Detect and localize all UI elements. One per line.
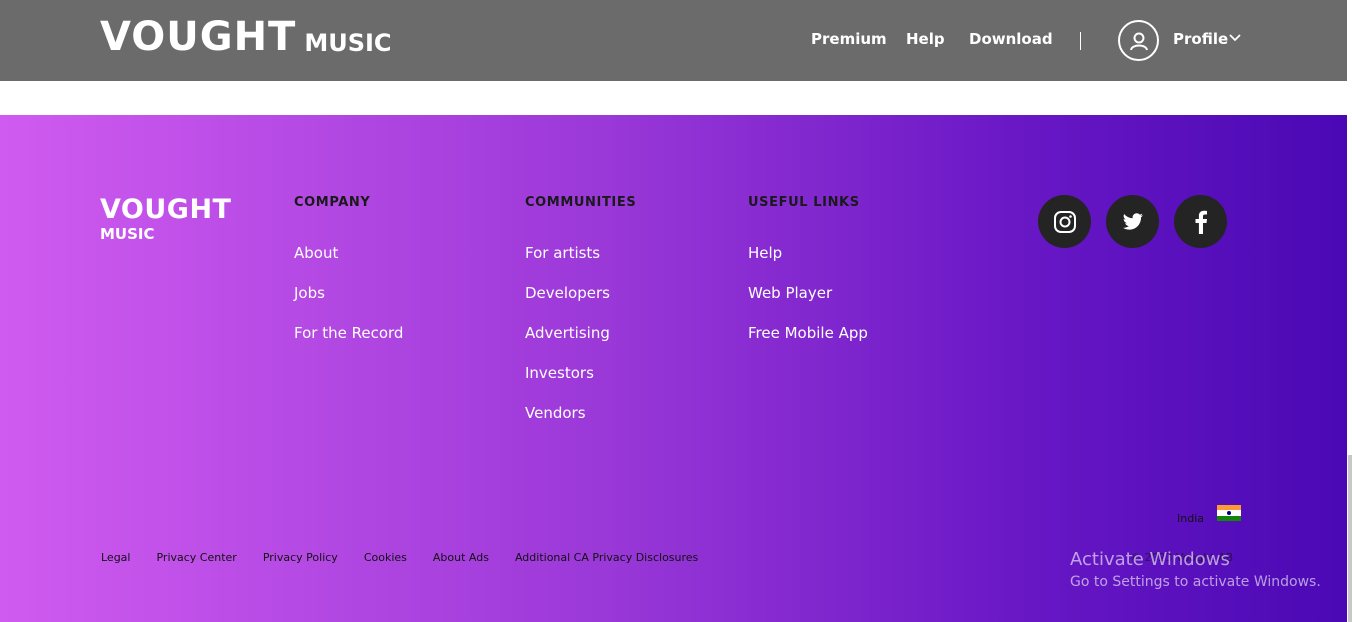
profile-avatar-icon[interactable] — [1118, 20, 1159, 61]
footer-link-about[interactable]: About — [294, 244, 403, 284]
top-header: VOUGHT MUSIC Premium Help Download Profi… — [0, 0, 1347, 81]
footer-column-company: COMPANY About Jobs For the Record — [294, 195, 403, 364]
footer-link-for-the-record[interactable]: For the Record — [294, 324, 403, 364]
instagram-icon — [1053, 210, 1076, 233]
footer-link-vendors[interactable]: Vendors — [525, 404, 636, 444]
footer-link-free-mobile-app[interactable]: Free Mobile App — [748, 324, 868, 364]
footer-logo-subtitle: MUSIC — [100, 225, 155, 243]
footer-link-jobs[interactable]: Jobs — [294, 284, 403, 324]
chevron-down-icon[interactable] — [1228, 33, 1242, 43]
footer-logo[interactable]: VOUGHT MUSIC — [100, 194, 232, 244]
twitter-button[interactable] — [1106, 195, 1159, 248]
footer-link-investors[interactable]: Investors — [525, 364, 636, 404]
country-selector[interactable]: India — [1177, 512, 1204, 525]
nav-premium-link[interactable]: Premium — [811, 30, 887, 48]
ca-privacy-disclosures-link[interactable]: Additional CA Privacy Disclosures — [515, 551, 698, 564]
nav-divider — [1080, 32, 1081, 50]
nav-help-link[interactable]: Help — [906, 30, 945, 48]
footer-link-for-artists[interactable]: For artists — [525, 244, 636, 284]
legal-links: Legal Privacy Center Privacy Policy Cook… — [101, 551, 724, 564]
twitter-icon — [1122, 212, 1143, 230]
activate-windows-watermark: Activate Windows Go to Settings to activ… — [1070, 549, 1321, 593]
footer-link-web-player[interactable]: Web Player — [748, 284, 868, 324]
footer-link-help[interactable]: Help — [748, 244, 868, 284]
logo-wordmark: VOUGHT — [100, 14, 297, 60]
brand-logo[interactable]: VOUGHT MUSIC — [100, 17, 392, 57]
footer-column-useful-links: USEFUL LINKS Help Web Player Free Mobile… — [748, 195, 868, 364]
footer-link-advertising[interactable]: Advertising — [525, 324, 636, 364]
facebook-icon — [1195, 210, 1207, 234]
column-title: USEFUL LINKS — [748, 195, 860, 210]
scrollbar-thumb[interactable] — [1348, 455, 1352, 622]
privacy-center-link[interactable]: Privacy Center — [156, 551, 236, 564]
profile-menu-label[interactable]: Profile — [1173, 30, 1228, 48]
footer-link-developers[interactable]: Developers — [525, 284, 636, 324]
column-title: COMPANY — [294, 195, 371, 210]
column-title: COMMUNITIES — [525, 195, 637, 210]
activate-windows-subtitle: Go to Settings to activate Windows. — [1070, 574, 1321, 590]
nav-download-link[interactable]: Download — [969, 30, 1053, 48]
legal-link[interactable]: Legal — [101, 551, 130, 564]
site-footer: VOUGHT MUSIC COMPANY About Jobs For the … — [0, 115, 1347, 622]
india-flag-icon[interactable] — [1217, 505, 1241, 521]
cookies-link[interactable]: Cookies — [364, 551, 407, 564]
activate-windows-title: Activate Windows — [1070, 549, 1230, 570]
footer-logo-wordmark: VOUGHT — [100, 194, 232, 225]
footer-column-communities: COMMUNITIES For artists Developers Adver… — [525, 195, 636, 444]
privacy-policy-link[interactable]: Privacy Policy — [263, 551, 338, 564]
about-ads-link[interactable]: About Ads — [433, 551, 489, 564]
facebook-button[interactable] — [1174, 195, 1227, 248]
instagram-button[interactable] — [1038, 195, 1091, 248]
logo-subtitle: MUSIC — [304, 29, 392, 57]
